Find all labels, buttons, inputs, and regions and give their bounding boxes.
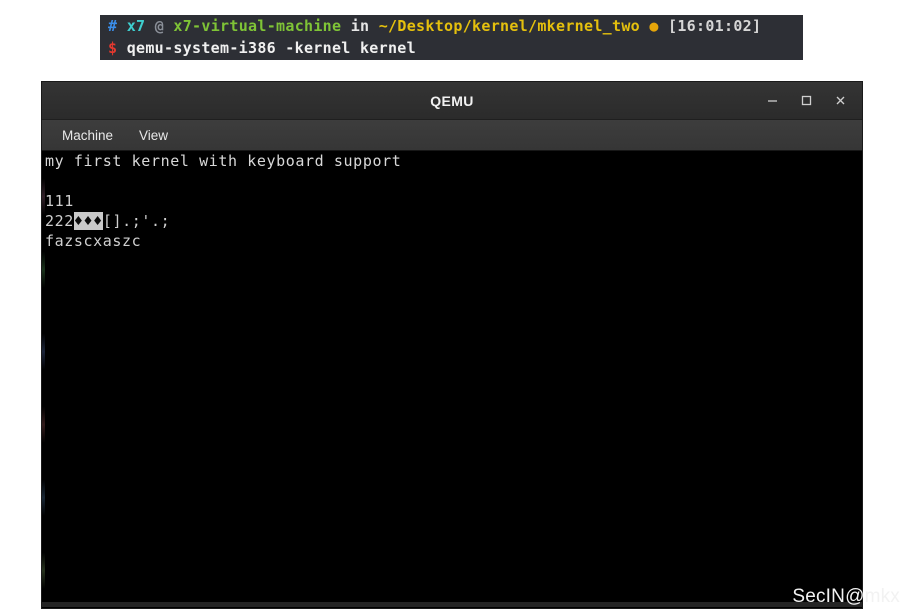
console-line-with-inverse: 222♦♦♦[].;'.;	[45, 211, 859, 231]
prompt-username: x7	[126, 17, 146, 35]
prompt-hash-symbol: #	[108, 17, 118, 35]
console-line: 111	[45, 192, 74, 210]
prompt-timestamp: [16:01:02]	[668, 17, 762, 35]
menu-item-machine[interactable]: Machine	[54, 125, 121, 146]
minimize-icon[interactable]	[758, 88, 786, 114]
console-line: my first kernel with keyboard support	[45, 152, 402, 170]
terminal-prompt-line: # x7 @ x7-virtual-machine in ~/Desktop/k…	[108, 15, 761, 37]
qemu-window: QEMU Machine View my first kernel with k…	[42, 82, 862, 608]
menubar: Machine View	[42, 120, 862, 151]
watermark: SecIN@mkx	[792, 586, 900, 607]
vm-console-display[interactable]: my first kernel with keyboard support 11…	[42, 151, 862, 607]
prompt-in-word: in	[350, 17, 370, 35]
console-text-area: my first kernel with keyboard support 11…	[45, 151, 859, 251]
window-titlebar[interactable]: QEMU	[42, 82, 862, 120]
console-line: fazscxaszc	[45, 232, 142, 250]
terminal-snippet: # x7 @ x7-virtual-machine in ~/Desktop/k…	[100, 15, 803, 60]
console-bottom-edge	[42, 602, 862, 607]
clock-icon: ●	[649, 17, 659, 35]
menu-item-view[interactable]: View	[131, 125, 176, 146]
close-icon[interactable]	[826, 88, 854, 114]
screenshot-root: # x7 @ x7-virtual-machine in ~/Desktop/k…	[0, 0, 900, 616]
terminal-command-text: qemu-system-i386 -kernel kernel	[126, 39, 416, 57]
maximize-icon[interactable]	[792, 88, 820, 114]
prompt-hostname: x7-virtual-machine	[173, 17, 342, 35]
prompt-dollar-symbol: $	[108, 39, 118, 57]
prompt-path: ~/Desktop/kernel/mkernel_two	[378, 17, 640, 35]
console-line-suffix: [].;'.;	[102, 212, 171, 230]
prompt-at-symbol: @	[154, 17, 165, 35]
window-controls	[758, 82, 854, 119]
console-line-prefix: 222	[45, 212, 74, 230]
console-inverse-blocks: ♦♦♦	[73, 212, 103, 230]
window-title: QEMU	[430, 92, 474, 109]
terminal-command-line: $ qemu-system-i386 -kernel kernel	[108, 37, 416, 59]
